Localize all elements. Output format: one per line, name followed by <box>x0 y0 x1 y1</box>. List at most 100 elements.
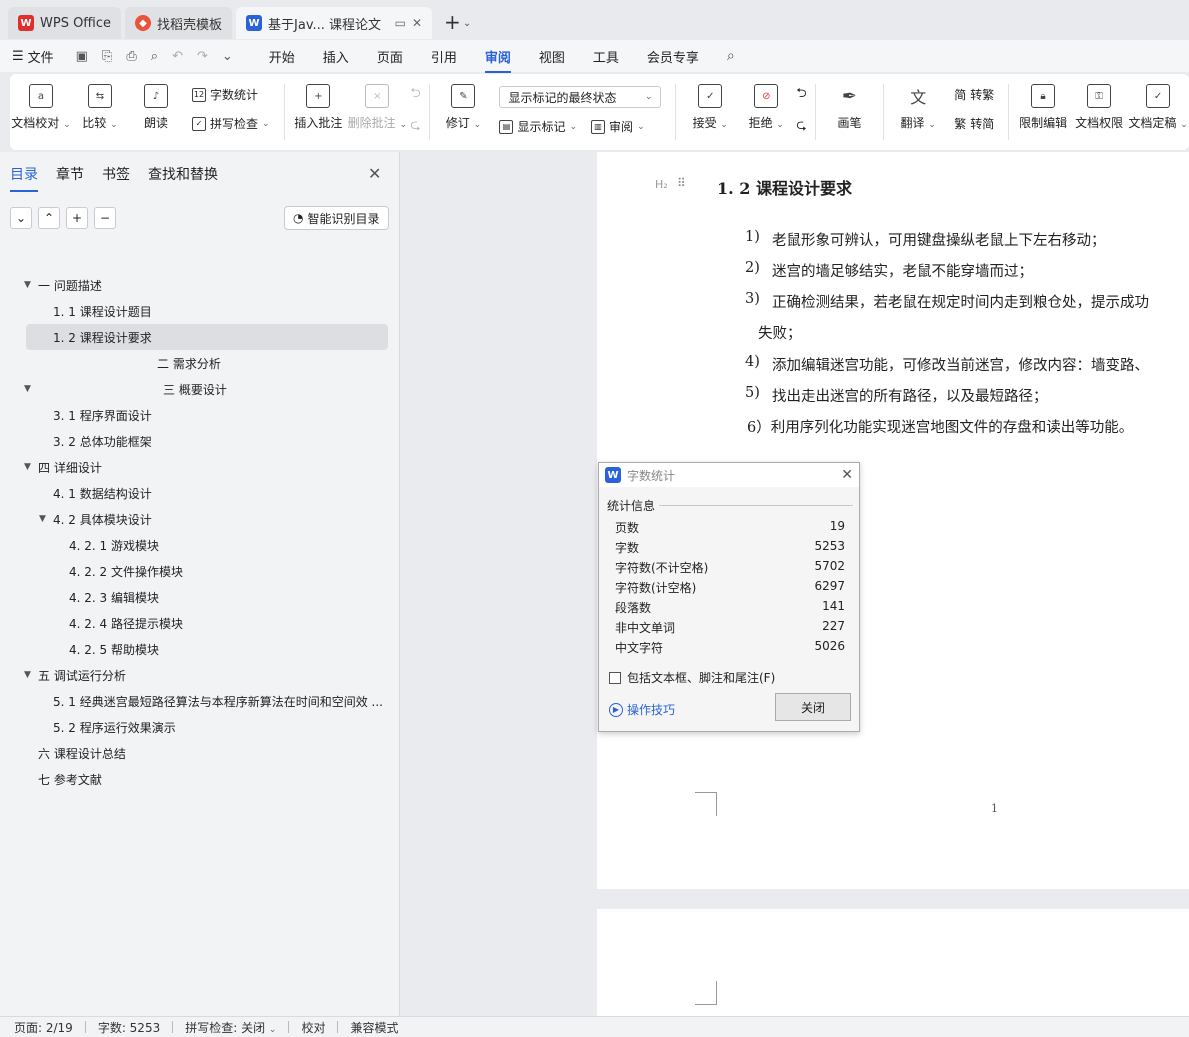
restrict-edit-button[interactable]: 🔒︎ 限制编辑 <box>1019 84 1067 131</box>
stat-label: 字符数(不计空格) <box>615 561 709 575</box>
drag-handle-icon[interactable]: ⠿ <box>677 176 686 190</box>
menu-view[interactable]: 视图 <box>539 47 565 66</box>
accept-button[interactable]: ✓ 接受 ⌄ <box>690 84 730 131</box>
toc-item[interactable]: ▼ 4. 2 具体模块设计 <box>0 506 400 532</box>
close-icon[interactable]: ✕ <box>368 164 381 183</box>
toc-item[interactable]: 3. 1 程序界面设计 <box>0 402 400 428</box>
toc-item[interactable]: 4. 2. 2 文件操作模块 <box>0 558 400 584</box>
revise-button[interactable]: ✎ 修订 ⌄ <box>443 84 483 131</box>
print-preview-icon[interactable]: ⌕ <box>151 49 158 64</box>
tab-document[interactable]: W 基于Jav... 课程论文 ▭ ✕ <box>236 7 433 39</box>
stat-row: 非中文单词 227 <box>615 619 845 636</box>
toc-item[interactable]: 二 需求分析 <box>0 350 400 376</box>
window-icon[interactable]: ▭ <box>395 16 406 30</box>
toc-item[interactable]: ▼ 五 调试运行分析 <box>0 662 400 688</box>
word-count-indicator[interactable]: 字数: 5253 <box>98 1019 160 1036</box>
doc-check-icon: a <box>28 84 53 108</box>
menu-insert[interactable]: 插入 <box>323 47 349 66</box>
toc-item[interactable]: 4. 2. 4 路径提示模块 <box>0 610 400 636</box>
print-icon[interactable]: ⎙ <box>126 49 136 64</box>
toc-item[interactable]: 4. 2. 3 编辑模块 <box>0 584 400 610</box>
tab-toc[interactable]: 目录 <box>10 164 38 192</box>
prev-change-icon[interactable]: ⮌ <box>796 84 806 106</box>
save-icon[interactable]: ▣ <box>76 49 88 64</box>
translate-button[interactable]: 文 翻译 ⌄ <box>898 84 938 131</box>
chevron-down-icon[interactable]: ⌄ <box>463 18 471 29</box>
toc-text: 一 问题描述 <box>38 278 102 293</box>
minus-icon[interactable]: − <box>94 207 116 229</box>
markup-state-select[interactable]: 显示标记的最终状态 ⌄ <box>499 86 662 108</box>
share-icon[interactable]: ⎘ <box>102 49 112 64</box>
toc-item[interactable]: ▼ 三 概要设计 <box>0 376 400 402</box>
close-icon[interactable]: ✕ <box>841 467 853 483</box>
to-simplified-button[interactable]: 繁 转简 <box>954 115 994 132</box>
toc-item[interactable]: 4. 2. 1 游戏模块 <box>0 532 400 558</box>
checkbox-icon[interactable] <box>609 671 621 684</box>
toc-item[interactable]: ▼ 一 问题描述 <box>0 272 400 298</box>
next-comment-icon[interactable]: ⮎ <box>410 116 420 138</box>
menu-member[interactable]: 会员专享 <box>647 47 699 66</box>
prev-comment-icon[interactable]: ⮌ <box>410 84 420 106</box>
page-indicator[interactable]: 页面: 2/19 <box>14 1019 73 1036</box>
proofread-indicator[interactable]: 校对 <box>301 1019 325 1036</box>
search-icon[interactable]: ⌕ <box>727 48 735 64</box>
chevron-down-icon[interactable]: ⌄ <box>10 207 32 229</box>
include-textbox-checkbox[interactable]: 包括文本框、脚注和尾注(F) <box>609 669 775 686</box>
doc-finalize-button[interactable]: ✓ 文档定稿 ⌄ <box>1128 84 1188 131</box>
close-button[interactable]: 关闭 <box>775 693 851 721</box>
doc-permission-button[interactable]: ⚿ 文档权限 <box>1075 84 1123 131</box>
expand-arrow-icon[interactable]: ▼ <box>24 670 31 680</box>
undo-icon[interactable]: ↶ <box>172 49 183 64</box>
toc-item[interactable]: ▼ 四 详细设计 <box>0 454 400 480</box>
smart-toc-button[interactable]: ◔ 智能识别目录 <box>284 206 389 230</box>
tips-link[interactable]: ▶ 操作技巧 <box>609 701 675 718</box>
document-page-next[interactable] <box>597 909 1189 1016</box>
toc-item[interactable]: 4. 1 数据结构设计 <box>0 480 400 506</box>
menu-reference[interactable]: 引用 <box>431 47 457 66</box>
toc-item[interactable]: 5. 1 经典迷宫最短路径算法与本程序新算法在时间和空间效 ... <box>0 688 400 714</box>
redo-icon[interactable]: ↷ <box>197 49 208 64</box>
menu-start[interactable]: 开始 <box>269 47 295 66</box>
reject-button[interactable]: ⊘ 拒绝 ⌄ <box>746 84 786 131</box>
menu-tools[interactable]: 工具 <box>593 47 619 66</box>
chevron-up-icon[interactable]: ⌃ <box>38 207 60 229</box>
toc-item[interactable]: 5. 2 程序运行效果演示 <box>0 714 400 740</box>
label: 转简 <box>970 117 995 131</box>
plus-icon[interactable]: + <box>66 207 88 229</box>
menu-review[interactable]: 审阅 <box>484 47 511 73</box>
tab-daoke-templates[interactable]: ◆ 找稻壳模板 <box>125 7 233 39</box>
read-aloud-button[interactable]: ♪ 朗读 <box>136 84 176 131</box>
toc-item[interactable]: 3. 2 总体功能框架 <box>0 428 400 454</box>
tab-find-replace[interactable]: 查找和替换 <box>148 164 218 184</box>
tab-wps-office[interactable]: W WPS Office <box>8 7 122 39</box>
expand-arrow-icon[interactable]: ▼ <box>39 514 46 524</box>
spell-check-button[interactable]: ✓ 拼写检查 ⌄ <box>191 115 270 132</box>
new-tab-plus-icon[interactable]: + <box>444 10 461 34</box>
insert-comment-button[interactable]: + 插入批注 <box>294 84 342 131</box>
tab-chapters[interactable]: 章节 <box>56 164 84 184</box>
spell-check-indicator[interactable]: 拼写检查: 关闭 ⌄ <box>185 1019 276 1036</box>
toc-item[interactable]: 4. 2. 5 帮助模块 <box>0 636 400 662</box>
toc-item[interactable]: 七 参考文献 <box>0 766 400 792</box>
delete-comment-button[interactable]: × 删除批注 ⌄ <box>348 84 407 131</box>
expand-arrow-icon[interactable]: ▼ <box>24 280 31 290</box>
pen-button[interactable]: ✒ 画笔 <box>829 84 869 131</box>
doc-check-button[interactable]: a 文档校对 ⌄ <box>11 84 71 131</box>
toc-item[interactable]: 六 课程设计总结 <box>0 740 400 766</box>
show-markup-button[interactable]: ▤ 显示标记 ⌄ <box>499 118 577 135</box>
toc-item-selected[interactable]: 1. 2 课程设计要求 <box>26 324 388 350</box>
menu-page[interactable]: 页面 <box>377 47 403 66</box>
expand-arrow-icon[interactable]: ▼ <box>24 462 31 472</box>
word-count-button[interactable]: 12 字数统计 <box>191 86 270 103</box>
next-change-icon[interactable]: ⮎ <box>796 116 806 138</box>
tab-bookmarks[interactable]: 书签 <box>102 164 130 184</box>
file-menu[interactable]: ☰ 文件 <box>12 47 54 66</box>
review-pane-button[interactable]: ▥ 审阅 ⌄ <box>591 118 645 135</box>
dialog-titlebar[interactable]: W 字数统计 ✕ <box>599 463 859 487</box>
expand-arrow-icon[interactable]: ▼ <box>24 384 31 394</box>
to-traditional-button[interactable]: 简 转繁 <box>954 86 994 103</box>
compare-button[interactable]: ⇆ 比较 ⌄ <box>80 84 120 131</box>
close-tab-icon[interactable]: ✕ <box>412 16 422 30</box>
toc-item[interactable]: 1. 1 课程设计题目 <box>0 298 400 324</box>
more-chevron-icon[interactable]: ⌄ <box>222 49 233 64</box>
